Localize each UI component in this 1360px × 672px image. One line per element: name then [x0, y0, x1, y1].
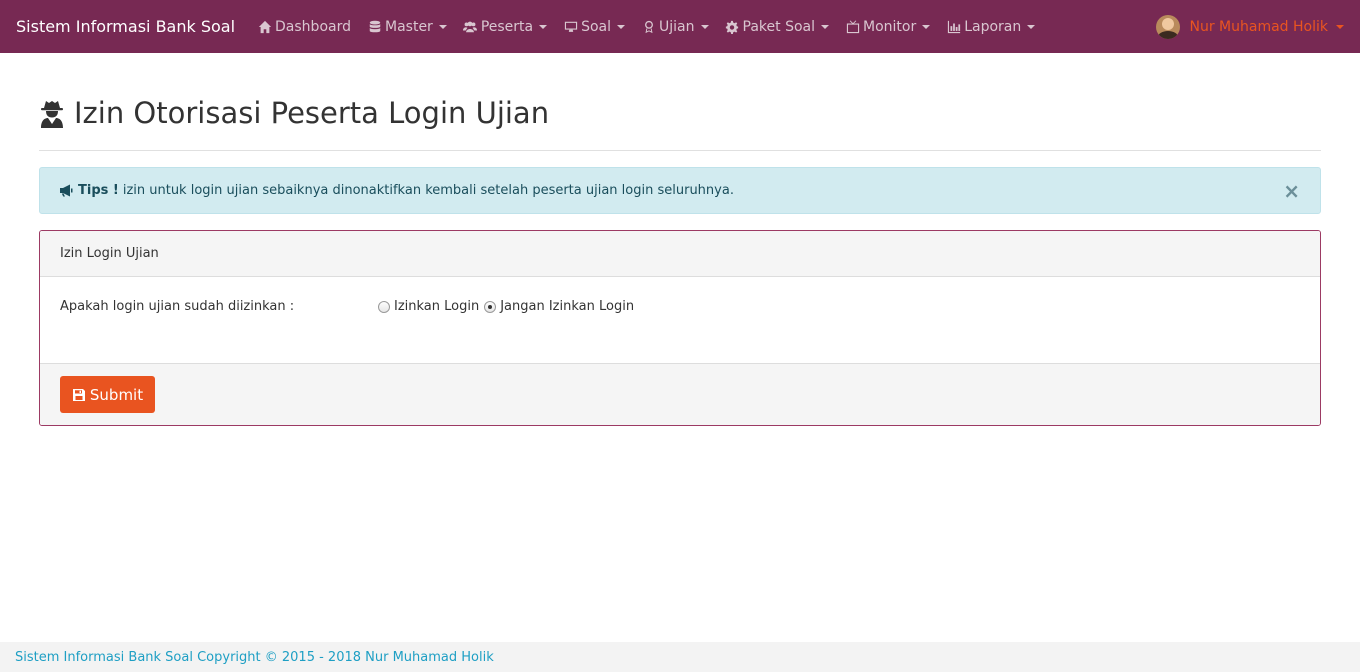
nav-label-soal: Soal [581, 18, 612, 35]
submit-button[interactable]: Submit [60, 376, 155, 413]
radio-label: Jangan Izinkan Login [500, 299, 635, 314]
radio-label: Izinkan Login [394, 299, 480, 314]
user-secret-icon [39, 98, 65, 128]
nav-item-soal[interactable]: Soal [555, 0, 633, 53]
bar-chart-icon [946, 20, 961, 34]
user-menu[interactable]: Nur Muhamad Holik [1155, 0, 1344, 53]
radio-jangan-izinkan-login[interactable]: Jangan Izinkan Login [484, 299, 634, 314]
footer-copyright: Sistem Informasi Bank Soal Copyright © 2… [15, 649, 494, 665]
nav-item-monitor[interactable]: Monitor [837, 0, 938, 53]
avatar [1155, 14, 1180, 39]
nav-item-dashboard[interactable]: Dashboard [249, 0, 359, 53]
database-icon [367, 20, 382, 34]
users-icon [463, 20, 478, 34]
panel-footer: Submit [40, 363, 1320, 425]
footer: Sistem Informasi Bank Soal Copyright © 2… [0, 642, 1360, 672]
page-title-text: Izin Otorisasi Peserta Login Ujian [74, 96, 550, 130]
award-icon [641, 20, 656, 34]
alert-text: izin untuk login ujian sebaiknya dinonak… [122, 183, 734, 198]
nav-label-ujian: Ujian [659, 18, 695, 35]
home-icon [257, 20, 272, 34]
nav-label-dashboard: Dashboard [275, 18, 351, 35]
page-title: Izin Otorisasi Peserta Login Ujian [39, 96, 549, 130]
chevron-down-icon [617, 24, 626, 29]
chevron-down-icon [922, 24, 931, 29]
nav-label-paket-soal: Paket Soal [742, 18, 815, 35]
nav-label-peserta: Peserta [480, 18, 534, 35]
chevron-down-icon [1336, 24, 1344, 29]
nav-item-master[interactable]: Master [359, 0, 455, 53]
gear-icon [725, 20, 740, 34]
radio-button-checked[interactable] [484, 300, 497, 313]
panel-body: Apakah login ujian sudah diizinkan : Izi… [40, 277, 1320, 363]
tips-alert: Tips ! izin untuk login ujian sebaiknya … [39, 167, 1321, 214]
nav-label-monitor: Monitor [863, 18, 917, 35]
desktop-icon [563, 20, 578, 34]
navbar: Sistem Informasi Bank Soal Dashboard Mas… [0, 0, 1360, 53]
save-icon [72, 388, 86, 402]
chevron-down-icon [700, 24, 709, 29]
chevron-down-icon [1027, 24, 1036, 29]
tv-icon [845, 19, 860, 34]
chevron-down-icon [821, 24, 829, 29]
nav-item-laporan[interactable]: Laporan [938, 0, 1043, 53]
login-permission-panel: Izin Login Ujian Apakah login ujian suda… [39, 230, 1321, 426]
submit-label: Submit [89, 385, 144, 404]
nav-menu: Dashboard Master Peserta Soal Ujian Pake… [249, 0, 1043, 53]
alert-title: Tips ! [78, 183, 119, 198]
panel-heading: Izin Login Ujian [40, 231, 1320, 277]
user-name: Nur Muhamad Holik [1189, 18, 1329, 35]
nav-item-paket-soal[interactable]: Paket Soal [717, 0, 837, 53]
login-permission-radio-group: Izinkan Login Jangan Izinkan Login [378, 299, 639, 314]
chevron-down-icon [539, 24, 548, 29]
bullhorn-icon [59, 184, 75, 197]
chevron-down-icon [438, 24, 447, 29]
close-icon[interactable]: × [1283, 181, 1300, 201]
nav-label-master: Master [385, 18, 433, 35]
divider [39, 150, 1321, 151]
radio-button[interactable] [378, 300, 390, 313]
brand-link[interactable]: Sistem Informasi Bank Soal [16, 17, 235, 36]
nav-item-peserta[interactable]: Peserta [455, 0, 555, 53]
radio-izinkan-login[interactable]: Izinkan Login [378, 299, 479, 314]
question-label: Apakah login ujian sudah diizinkan : [60, 299, 295, 314]
nav-item-ujian[interactable]: Ujian [633, 0, 716, 53]
nav-label-laporan: Laporan [964, 18, 1022, 35]
